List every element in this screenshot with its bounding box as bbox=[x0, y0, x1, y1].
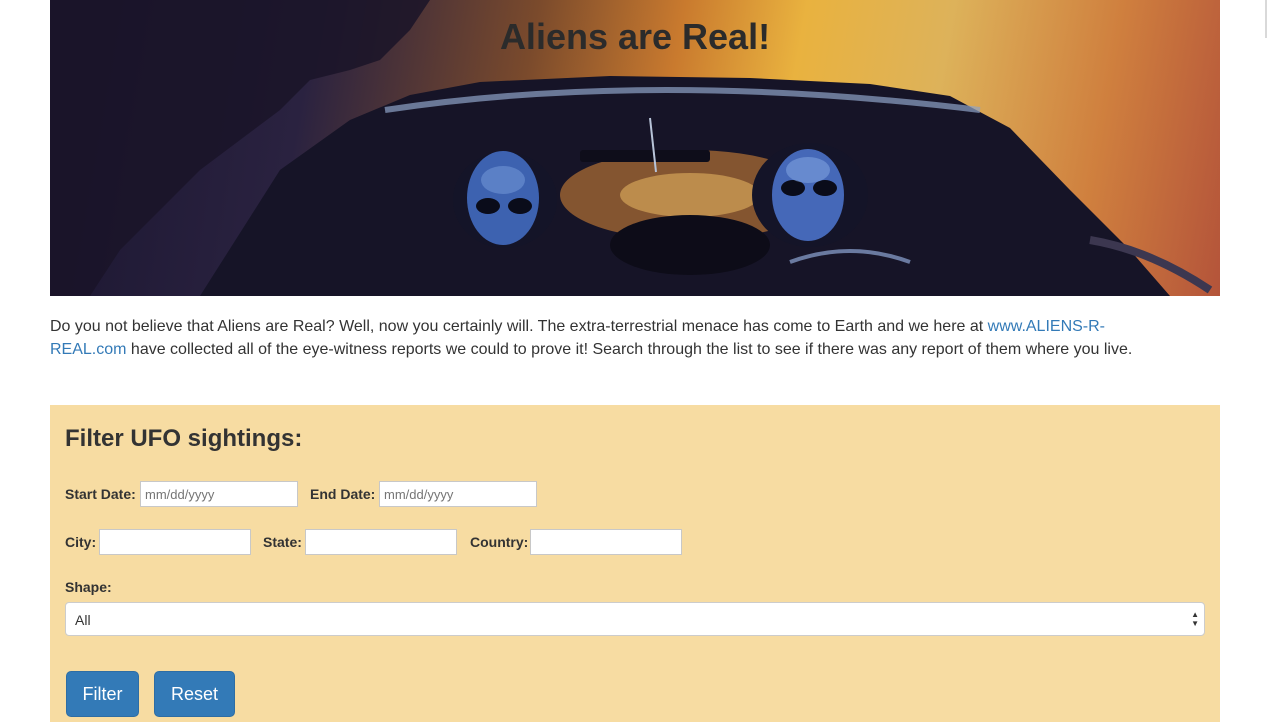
end-date-label: End Date: bbox=[310, 486, 376, 502]
intro-paragraph: Do you not believe that Aliens are Real?… bbox=[50, 315, 1180, 361]
start-date-input[interactable] bbox=[140, 481, 298, 507]
end-date-input[interactable] bbox=[379, 481, 537, 507]
hero-banner: Aliens are Real! bbox=[50, 0, 1220, 296]
reset-button[interactable]: Reset bbox=[154, 671, 235, 717]
intro-text-after: have collected all of the eye-witness re… bbox=[126, 341, 1133, 358]
start-date-label: Start Date: bbox=[65, 486, 136, 502]
city-label: City: bbox=[65, 534, 97, 550]
state-label: State: bbox=[263, 534, 302, 550]
intro-text-before: Do you not believe that Aliens are Real?… bbox=[50, 318, 988, 335]
country-input[interactable] bbox=[530, 529, 682, 555]
page: Aliens are Real! Do you not believe that… bbox=[0, 0, 1267, 722]
shape-select[interactable]: All ▲ ▼ bbox=[65, 602, 1205, 636]
filter-button[interactable]: Filter bbox=[66, 671, 139, 717]
filter-panel: Filter UFO sightings: Start Date: End Da… bbox=[50, 405, 1220, 722]
shape-selected-value: All bbox=[75, 612, 91, 628]
city-input[interactable] bbox=[99, 529, 251, 555]
shape-label: Shape: bbox=[65, 579, 112, 595]
page-title: Aliens are Real! bbox=[499, 16, 771, 57]
select-arrows-icon: ▲ ▼ bbox=[1191, 610, 1199, 628]
country-label: Country: bbox=[470, 534, 529, 550]
filter-title: Filter UFO sightings: bbox=[65, 425, 303, 452]
state-input[interactable] bbox=[305, 529, 457, 555]
